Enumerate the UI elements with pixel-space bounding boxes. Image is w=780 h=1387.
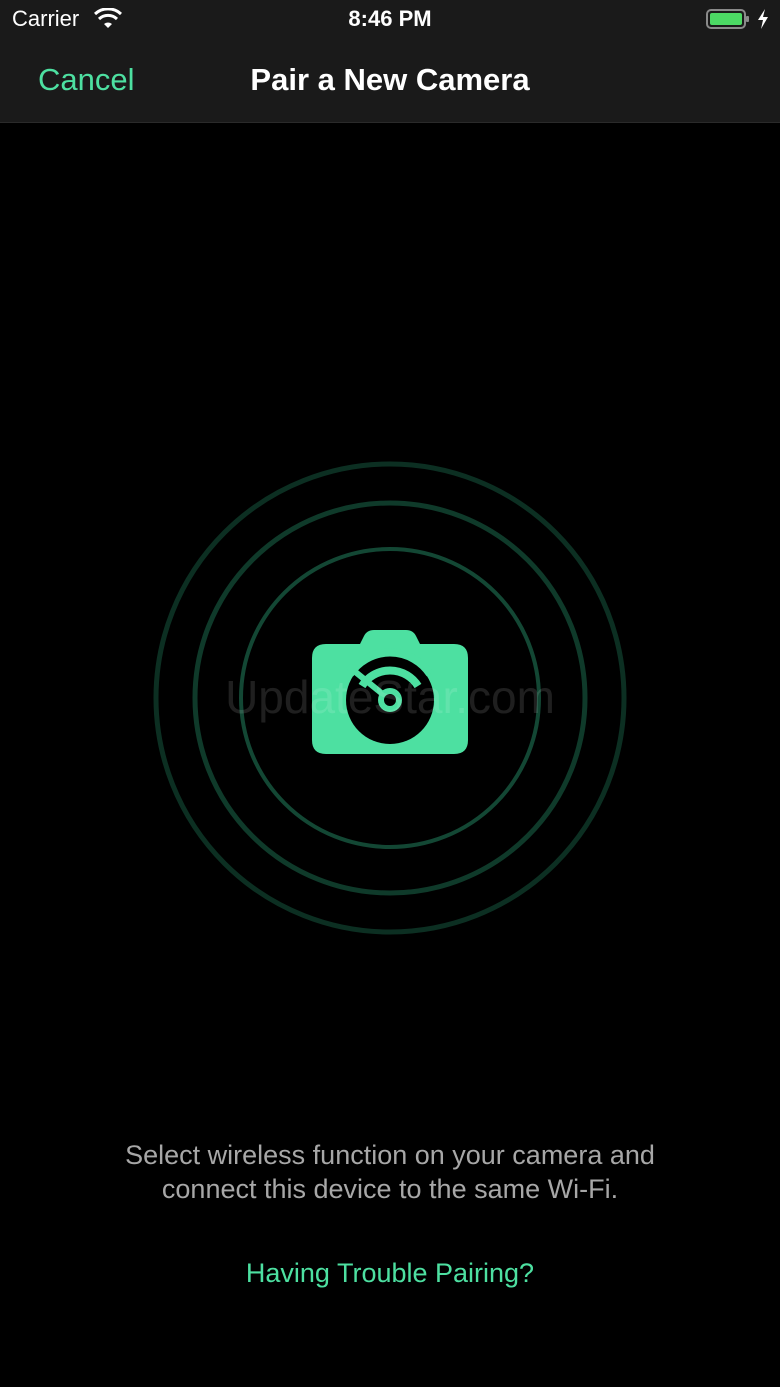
charging-bolt-icon bbox=[758, 9, 768, 29]
instructions-line-2: connect this device to the same Wi-Fi. bbox=[161, 1174, 619, 1204]
instructions-line-1: Select wireless function on your camera … bbox=[125, 1140, 655, 1170]
status-time: 8:46 PM bbox=[348, 6, 432, 31]
battery-icon bbox=[706, 9, 749, 29]
watermark-text: UpdateStar.com bbox=[225, 671, 555, 723]
instructions-text: Select wireless function on your camera … bbox=[0, 1138, 780, 1206]
page-title: Pair a New Camera bbox=[250, 62, 530, 97]
navigation-bar: Cancel Pair a New Camera bbox=[0, 40, 780, 123]
status-bar: Carrier 8:46 PM bbox=[0, 0, 780, 40]
trouble-pairing-link[interactable]: Having Trouble Pairing? bbox=[0, 1258, 780, 1289]
